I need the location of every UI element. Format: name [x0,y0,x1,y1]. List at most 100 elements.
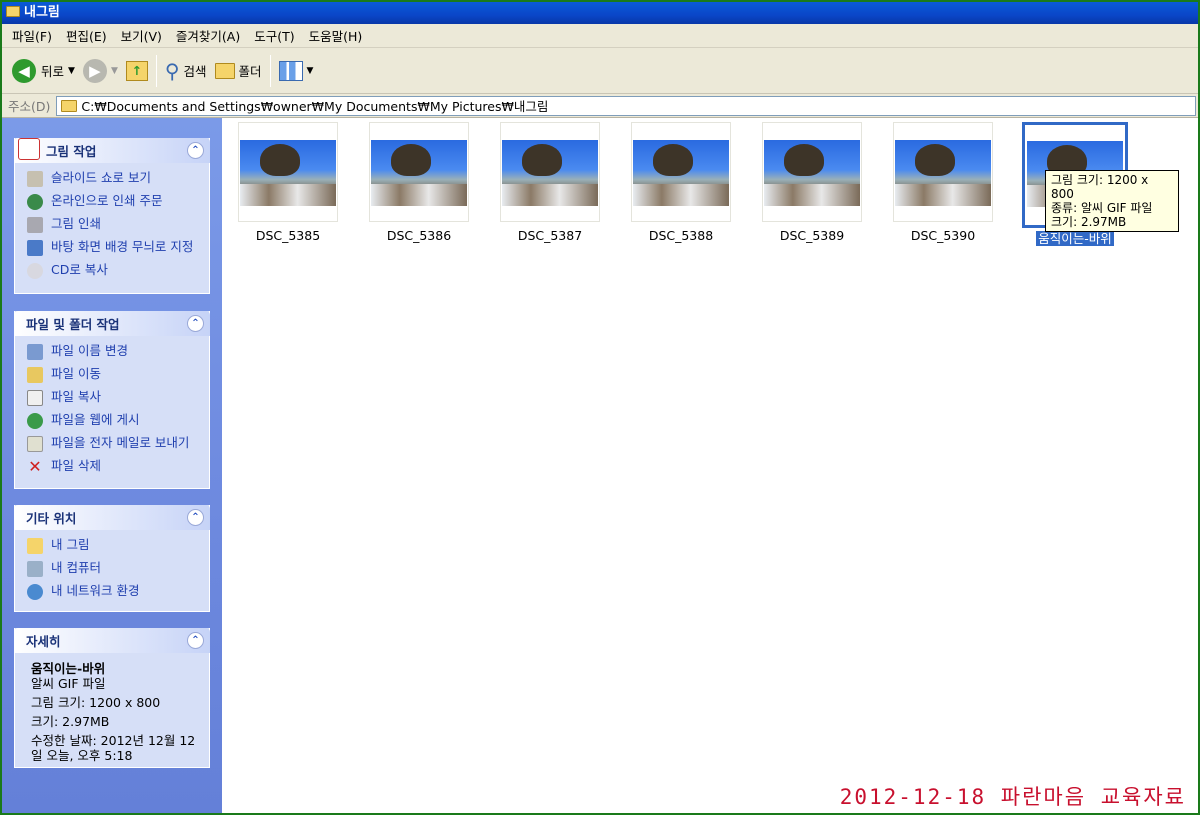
panel-title: 자세히 [26,634,61,649]
menu-file[interactable]: 파일(F) [6,26,58,45]
photo-image [240,140,336,206]
place-my-computer[interactable]: 내 컴퓨터 [27,561,201,577]
panel-header[interactable]: 그림 작업 ⌃ [14,137,210,163]
file-label: DSC_5390 [910,228,976,243]
watermark-text: 2012-12-18 파란마음 교육자료 [839,785,1186,809]
task-rename[interactable]: 파일 이름 변경 [27,344,201,360]
file-label-text: 움직이는-바위 [1036,231,1114,246]
address-input[interactable]: C:₩Documents and Settings₩owner₩My Docum… [56,95,1196,116]
task-label: 파일을 웹에 게시 [51,412,140,427]
folder-icon [6,6,20,17]
back-arrow-icon: ◀ [12,58,36,83]
folder-icon [61,99,78,112]
detail-name: 움직이는-바위 [31,661,106,676]
task-label: 파일 이동 [51,366,101,381]
photo-image [895,140,991,206]
chevron-down-icon[interactable]: ▼ [68,66,75,76]
menu-help[interactable]: 도움말(H) [303,26,369,45]
thumbnail-frame [369,122,469,222]
task-move[interactable]: 파일 이동 [27,367,201,383]
globe-icon [27,413,43,429]
thumbnail-frame [238,122,338,222]
thumbnail-frame [893,122,993,222]
menu-edit[interactable]: 편집(E) [60,26,113,45]
file-label: DSC_5385 [255,228,321,243]
place-label: 내 그림 [51,537,90,552]
task-order-prints[interactable]: 온라인으로 인쇄 주문 [27,194,201,210]
task-copy[interactable]: 파일 복사 [27,390,201,406]
task-email[interactable]: 파일을 전자 메일로 보내기 [27,436,201,452]
search-label: 검색 [183,64,207,79]
toolbar-separator [155,54,157,87]
file-tasks-panel: 파일 및 폴더 작업 ⌃ 파일 이름 변경 파일 이동 파일 복사 파일을 웹에… [14,311,210,489]
search-button[interactable]: ⚲ 검색 [161,53,211,89]
chevron-down-icon: ▼ [110,65,118,76]
pictures-folder-icon [27,538,43,554]
picture-tasks-panel: 그림 작업 ⌃ 슬라이드 쇼로 보기 온라인으로 인쇄 주문 그림 인쇄 바탕 … [14,137,210,294]
detail-type: 알씨 GIF 파일 [31,676,106,691]
file-label: DSC_5386 [386,228,452,243]
rename-icon [27,344,43,360]
task-copy-to-cd[interactable]: CD로 복사 [27,263,201,279]
views-button[interactable]: ▼ [275,53,318,89]
place-my-pictures[interactable]: 내 그림 [27,538,201,554]
task-label: 파일 삭제 [51,458,101,473]
thumbnail-frame [500,122,600,222]
up-folder-icon: ↑ [125,60,148,81]
panel-header[interactable]: 파일 및 폴더 작업 ⌃ [14,311,210,336]
tooltip-size: 크기: 2.97MB [1051,215,1127,229]
menu-favorites[interactable]: 즐겨찾기(A) [170,26,246,45]
task-set-wallpaper[interactable]: 바탕 화면 배경 무늬로 지정 [27,240,201,256]
file-thumbnail[interactable]: DSC_5390 [893,122,993,243]
collapse-icon[interactable]: ⌃ [187,632,204,649]
place-network[interactable]: 내 네트워크 환경 [27,584,201,600]
cd-icon [27,263,43,279]
task-label: 그림 인쇄 [51,216,101,231]
chevron-down-icon[interactable]: ▼ [307,66,314,76]
menu-tools[interactable]: 도구(T) [248,26,300,45]
task-pane: 그림 작업 ⌃ 슬라이드 쇼로 보기 온라인으로 인쇄 주문 그림 인쇄 바탕 … [2,118,222,813]
views-icon [278,60,303,81]
collapse-icon[interactable]: ⌃ [187,509,204,526]
thumbnail-frame [631,122,731,222]
file-thumbnail[interactable]: DSC_5387 [500,122,600,243]
address-label: 주소(D) [8,99,51,114]
globe-icon [27,194,43,210]
slideshow-icon [27,171,43,187]
window-title: 내그림 [24,5,60,20]
task-label: 파일 이름 변경 [51,343,128,358]
file-thumbnail[interactable]: DSC_5389 [762,122,862,243]
file-thumbnail[interactable]: DSC_5385 [238,122,338,243]
panel-header[interactable]: 자세히 ⌃ [14,628,210,653]
folders-label: 폴더 [238,64,262,79]
forward-button[interactable]: ▶ ▼ [79,53,122,89]
up-folder-button[interactable]: ↑ [122,53,152,89]
task-print[interactable]: 그림 인쇄 [27,217,201,233]
task-slideshow[interactable]: 슬라이드 쇼로 보기 [27,171,201,187]
task-label: 온라인으로 인쇄 주문 [51,193,163,208]
search-icon: ⚲ [164,58,180,83]
menu-view[interactable]: 보기(V) [115,26,168,45]
task-label: 바탕 화면 배경 무늬로 지정 [51,239,194,254]
file-label: DSC_5389 [779,228,845,243]
back-button[interactable]: ◀ 뒤로 ▼ [8,53,79,89]
task-delete[interactable]: ✕ 파일 삭제 [27,459,201,475]
photo-image [633,140,729,206]
tooltip-dimensions: 그림 크기: 1200 x 800 [1051,173,1149,201]
desktop-icon [27,240,43,256]
detail-size: 크기: 2.97MB [31,714,110,729]
task-publish-web[interactable]: 파일을 웹에 게시 [27,413,201,429]
details-panel: 자세히 ⌃ 움직이는-바위 알씨 GIF 파일 그림 크기: 1200 x 80… [14,628,210,768]
collapse-icon[interactable]: ⌃ [187,142,204,159]
folders-button[interactable]: 폴더 [211,53,266,89]
tooltip-type: 종류: 알씨 GIF 파일 [1051,201,1153,215]
pictures-icon [18,137,40,160]
file-thumbnail[interactable]: DSC_5386 [369,122,469,243]
panel-header[interactable]: 기타 위치 ⌃ [14,505,210,530]
photo-image [502,140,598,206]
toolbar: ◀ 뒤로 ▼ ▶ ▼ ↑ ⚲ 검색 폴더 ▼ [2,48,1198,94]
task-label: 파일을 전자 메일로 보내기 [51,435,190,450]
file-thumbnail[interactable]: DSC_5388 [631,122,731,243]
collapse-icon[interactable]: ⌃ [187,315,204,332]
delete-x-icon: ✕ [28,457,42,476]
